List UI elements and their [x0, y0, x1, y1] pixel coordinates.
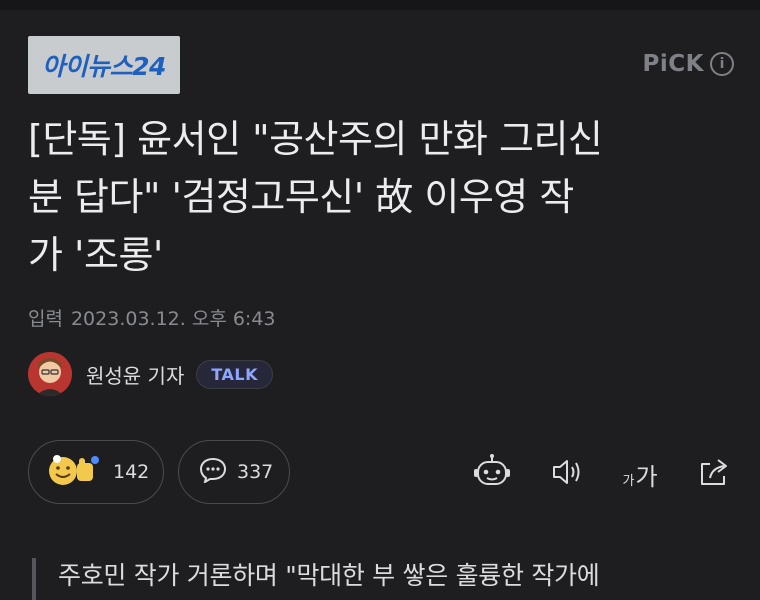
section-divider [0, 530, 760, 531]
date-label: 입력 [28, 308, 63, 330]
reaction-count: 142 [113, 461, 150, 483]
comment-icon [199, 457, 227, 488]
pick-label: PiCK [642, 51, 704, 77]
speaker-icon[interactable] [546, 452, 586, 492]
headline-line: [단독] 윤서인 "공산주의 만화 그리신 [28, 117, 603, 161]
article-toolbar: 가 가 [438, 452, 734, 492]
pick-badge[interactable]: PiCK i [643, 51, 734, 77]
article-subheading: 주호민 작가 거론하며 "막대한 부 쌓은 훌륭한 작가에 [58, 561, 600, 590]
publisher-logo-text: 아이뉴스24 [42, 52, 166, 81]
avatar-illustration [28, 352, 72, 396]
headline-line: 분 답다" '검정고무신' 故 이우영 작 [28, 175, 574, 219]
emoji-reaction-icon [47, 452, 103, 493]
comment-count: 337 [237, 461, 274, 483]
reporter-avatar[interactable] [28, 352, 72, 396]
font-size-small: 가 [622, 474, 635, 489]
publisher-logo[interactable]: 아이뉴스24 [28, 36, 180, 94]
status-bar [0, 0, 760, 10]
talk-button[interactable]: TALK [196, 359, 274, 389]
article-headline: [단독] 윤서인 "공산주의 만화 그리신 분 답다" '검정고무신' 故 이우… [28, 110, 740, 284]
robot-summary-icon[interactable] [472, 452, 512, 492]
reporter-name[interactable]: 원성윤 기자 [86, 360, 184, 389]
quote-bar [32, 558, 36, 600]
headline-line: 가 '조롱' [28, 233, 163, 277]
reaction-button[interactable]: 142 [28, 440, 164, 504]
comment-button[interactable]: 337 [178, 440, 290, 504]
info-icon[interactable]: i [710, 52, 734, 76]
share-icon[interactable] [694, 452, 734, 492]
font-size-icon[interactable]: 가 가 [620, 452, 660, 492]
publish-date: 입력 2023.03.12. 오후 6:43 [28, 304, 276, 331]
date-value: 2023.03.12. 오후 6:43 [70, 308, 276, 330]
reporter-row: 원성윤 기자 TALK [28, 352, 274, 396]
font-size-big: 가 [635, 463, 658, 491]
